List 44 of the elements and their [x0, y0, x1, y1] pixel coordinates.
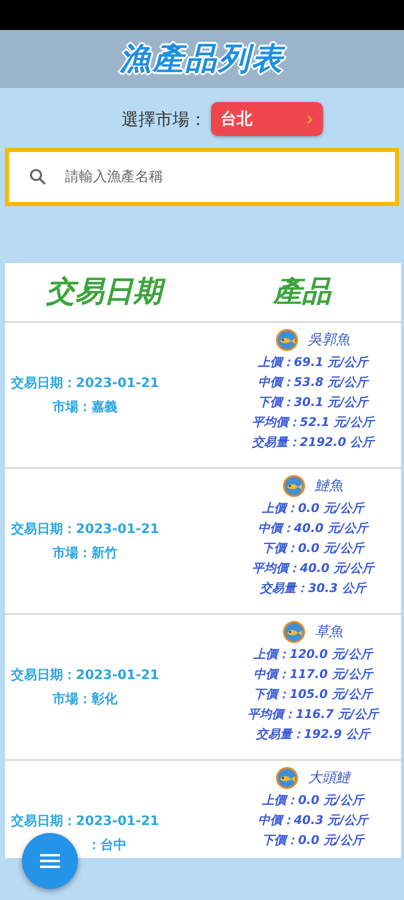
product-name: 鰱魚 [315, 477, 343, 495]
price-text: 上價：0.0 元/公斤 [262, 792, 364, 809]
fish-icon [283, 475, 305, 497]
price-text: 交易量：192.9 公斤 [256, 726, 370, 743]
market-text: ：台中 [88, 837, 126, 854]
date-text: 交易日期：2023-01-21 [10, 520, 160, 538]
column-header: 交易日期 [5, 272, 203, 312]
chevron-icon [306, 114, 312, 124]
fish-icon [283, 621, 305, 643]
price-text: 中價：117.0 元/公斤 [254, 666, 372, 683]
search-icon [29, 168, 47, 186]
price-text: 中價：40.3 元/公斤 [258, 812, 368, 829]
column-header: 產品 [271, 273, 333, 310]
price-text: 上價：69.1 元/公斤 [258, 354, 368, 371]
date-text: 交易日期：2023-01-21 [10, 666, 160, 684]
product-name: 草魚 [315, 623, 343, 641]
date-text: 交易日期：2023-01-21 [10, 812, 160, 830]
market-text: 市場：新竹 [52, 544, 118, 562]
date-text: 交易日期：2023-01-21 [10, 374, 160, 392]
price-text: 交易量：2192.0 公斤 [252, 434, 374, 451]
price-text: 中價：53.8 元/公斤 [258, 374, 368, 391]
search-field[interactable]: 請輸入漁產名稱 [5, 148, 399, 206]
fish-icon [276, 329, 298, 351]
market-select[interactable]: 台北 [210, 102, 322, 136]
price-text: 下價：30.1 元/公斤 [258, 394, 368, 411]
price-text: 平均價：52.1 元/公斤 [252, 414, 374, 431]
price-text: 中價：40.0 元/公斤 [258, 520, 368, 537]
product-name: 吳郭魚 [308, 331, 350, 349]
market-text: 市場：嘉義 [52, 398, 118, 416]
price-text: 下價：105.0 元/公斤 [254, 686, 372, 703]
market-label: 選擇市場： [122, 108, 206, 130]
price-text: 平均價：40.0 元/公斤 [252, 560, 374, 577]
price-text: 下價：0.0 元/公斤 [262, 832, 364, 849]
price-text: 上價：0.0 元/公斤 [262, 500, 364, 517]
menu-icon [40, 853, 60, 869]
fish-icon [276, 767, 298, 789]
price-text: 下價：0.0 元/公斤 [262, 540, 364, 557]
menu-button[interactable] [22, 833, 78, 889]
product-name: 大頭鰱 [308, 769, 350, 787]
price-text: 交易量：30.3 公斤 [260, 580, 366, 597]
price-text: 上價：120.0 元/公斤 [254, 646, 372, 663]
market-text: 市場：彰化 [52, 690, 118, 708]
price-text: 平均價：116.7 元/公斤 [248, 706, 378, 723]
page-title: 漁產品列表 [120, 40, 284, 79]
